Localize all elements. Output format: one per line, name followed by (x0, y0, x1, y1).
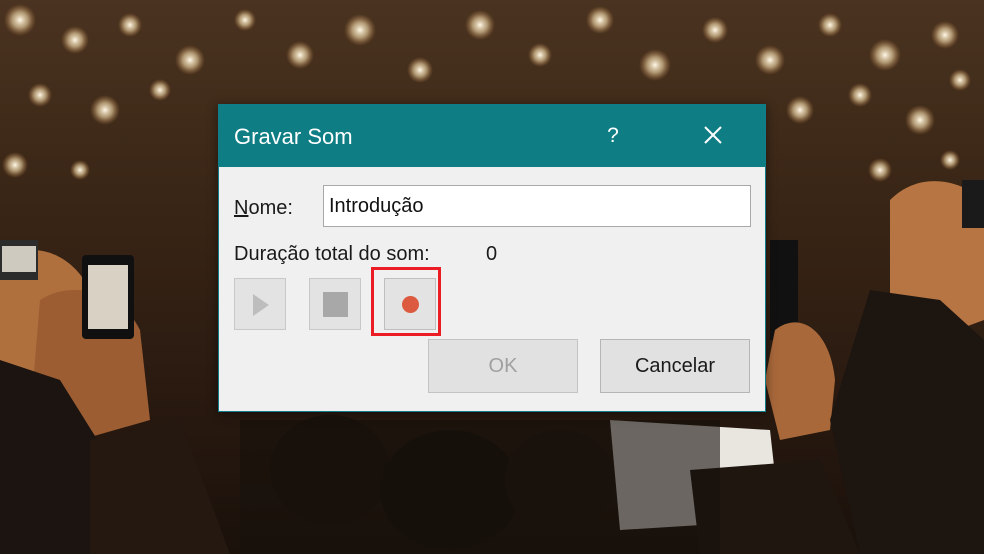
dialog-titlebar[interactable]: Gravar Som ? (219, 105, 765, 167)
play-icon (253, 294, 269, 316)
stop-button[interactable] (309, 278, 361, 330)
name-label: Nome: (234, 197, 293, 220)
name-label-accelerator: N (234, 197, 249, 219)
desktop-scene: Gravar Som ? Nome: Duração total do som:… (0, 0, 984, 554)
total-duration-label: Duração total do som: (234, 243, 430, 265)
dialog-title: Gravar Som (234, 124, 353, 149)
record-button[interactable] (384, 278, 436, 330)
record-icon (402, 296, 419, 313)
name-label-text: ome: (248, 197, 293, 219)
cancel-button[interactable]: Cancelar (600, 339, 750, 393)
total-duration-value: 0 (486, 243, 498, 265)
close-icon (704, 126, 722, 144)
name-input[interactable] (323, 185, 751, 227)
close-button[interactable] (693, 119, 733, 153)
record-sound-dialog: Gravar Som ? Nome: Duração total do som:… (218, 104, 766, 412)
play-button[interactable] (234, 278, 286, 330)
stop-icon (323, 292, 348, 317)
help-button[interactable]: ? (601, 121, 625, 151)
ok-button[interactable]: OK (428, 339, 578, 393)
